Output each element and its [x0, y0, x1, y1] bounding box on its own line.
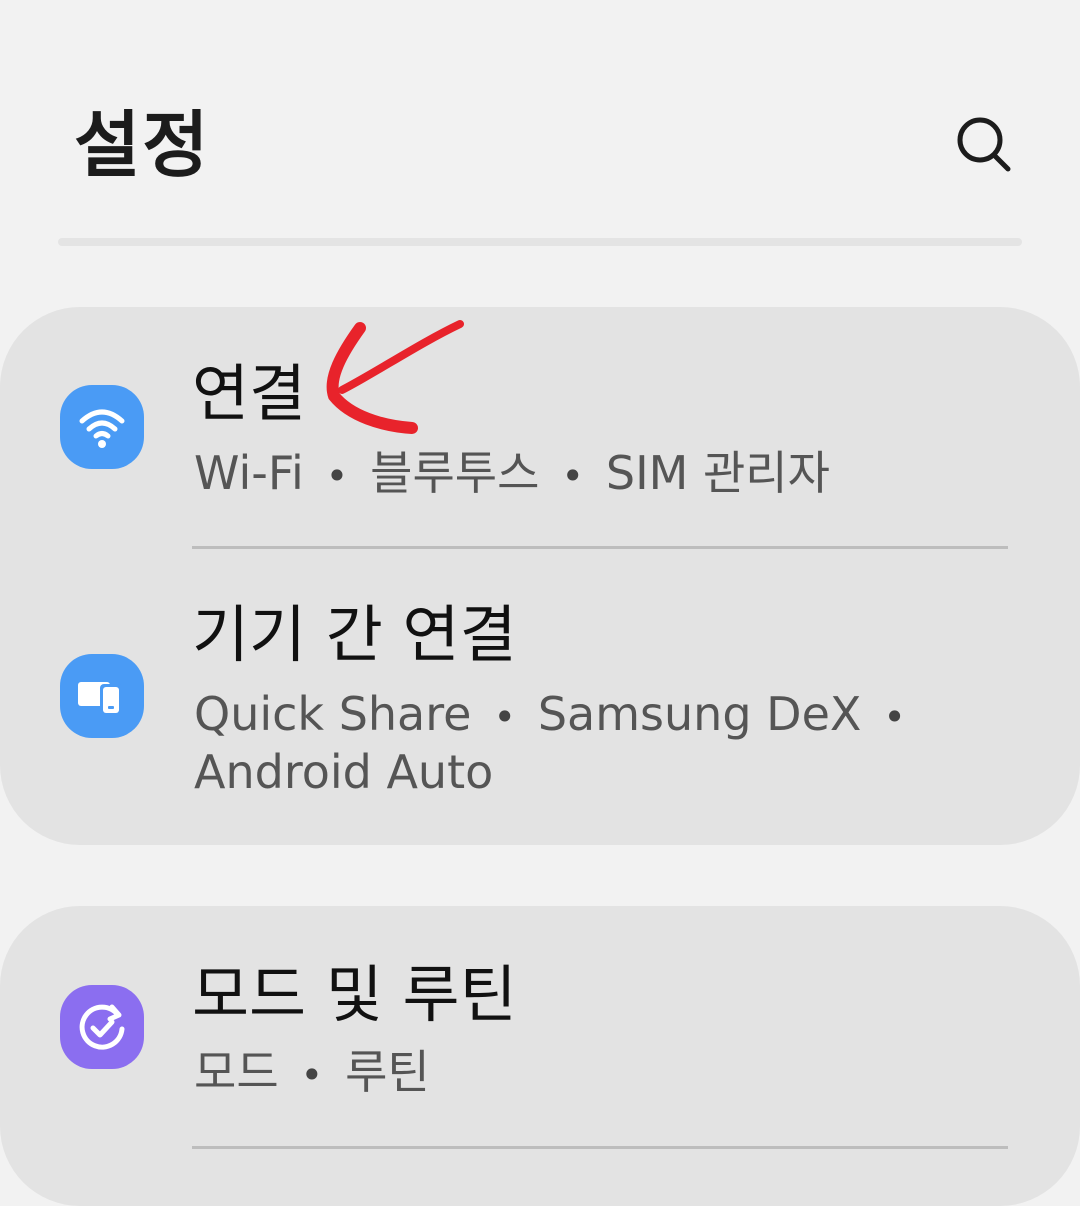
item-subtitle: Wi-Fi • 블루투스 • SIM 관리자	[194, 446, 830, 500]
settings-item-connections[interactable]: 연결 Wi-Fi • 블루투스 • SIM 관리자	[0, 340, 1080, 540]
routine-check-icon	[79, 1004, 125, 1050]
list-divider	[192, 1146, 1008, 1149]
settings-item-modes-routines[interactable]: 모드 및 루틴 모드 • 루틴	[0, 945, 1080, 1145]
item-title: 모드 및 루틴	[192, 958, 517, 1031]
item-title: 기기 간 연결	[192, 598, 517, 671]
wifi-icon	[79, 409, 125, 448]
header-divider	[58, 238, 1022, 246]
wifi-icon-tile	[60, 385, 144, 469]
red-arrow-annotation	[326, 320, 464, 434]
settings-item-connected-devices[interactable]: 기기 간 연결 Quick Share • Samsung DeX • Android…	[0, 585, 1080, 815]
item-subtitle: 모드 • 루틴	[194, 1045, 430, 1099]
list-divider	[192, 546, 1008, 549]
routine-icon-tile	[60, 985, 144, 1069]
header: 설정	[0, 0, 1080, 250]
devices-icon	[78, 682, 122, 716]
item-subtitle-line1: Quick Share • Samsung DeX •	[194, 687, 906, 741]
devices-icon-tile	[60, 654, 144, 738]
item-title: 연결	[192, 357, 307, 430]
search-icon	[957, 117, 1011, 172]
page-title: 설정	[74, 103, 211, 187]
search-button[interactable]	[950, 112, 1020, 182]
item-subtitle-line2: Android Auto	[194, 745, 494, 799]
